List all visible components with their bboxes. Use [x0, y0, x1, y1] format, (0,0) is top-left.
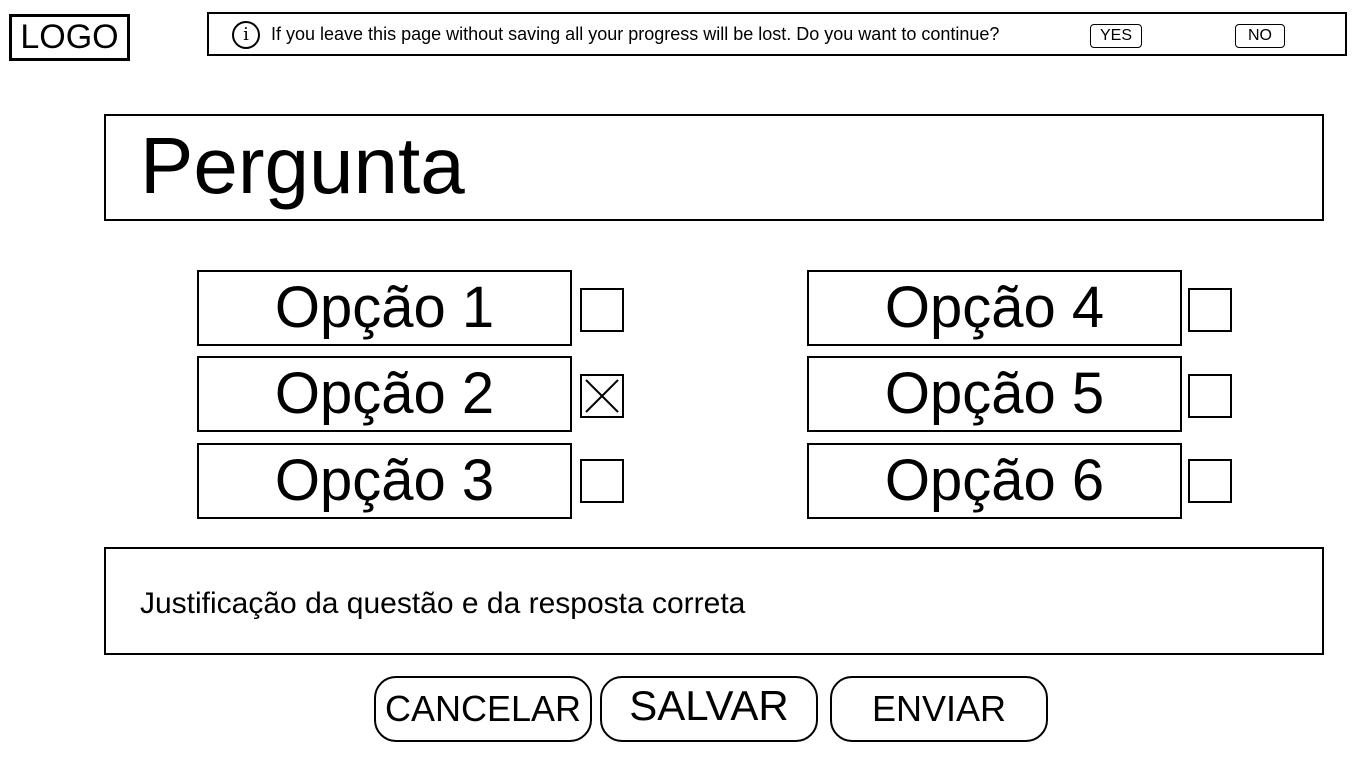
alert-no-button[interactable]: NO — [1235, 24, 1285, 48]
option-5[interactable]: Opção 5 — [807, 356, 1182, 432]
alert-yes-button[interactable]: YES — [1090, 24, 1142, 48]
option-4[interactable]: Opção 4 — [807, 270, 1182, 346]
info-icon: i — [232, 21, 260, 49]
option-1[interactable]: Opção 1 — [197, 270, 572, 346]
option-3[interactable]: Opção 3 — [197, 443, 572, 519]
justification-text: Justificação da questão e da resposta co… — [140, 587, 746, 620]
send-button[interactable]: ENVIAR — [830, 676, 1048, 742]
option-6-checkbox[interactable] — [1188, 459, 1232, 503]
option-4-checkbox[interactable] — [1188, 288, 1232, 332]
option-5-checkbox[interactable] — [1188, 374, 1232, 418]
save-button[interactable]: SALVAR — [600, 676, 818, 742]
unsaved-changes-alert: i If you leave this page without saving … — [207, 12, 1347, 56]
option-6[interactable]: Opção 6 — [807, 443, 1182, 519]
logo: LOGO — [9, 14, 130, 61]
option-2[interactable]: Opção 2 — [197, 356, 572, 432]
question-box: Pergunta — [104, 114, 1324, 221]
justification-box: Justificação da questão e da resposta co… — [104, 547, 1324, 655]
checkbox-x-icon — [585, 379, 619, 413]
question-title: Pergunta — [140, 121, 465, 210]
option-3-checkbox[interactable] — [580, 459, 624, 503]
alert-message: If you leave this page without saving al… — [271, 24, 1000, 44]
option-1-checkbox[interactable] — [580, 288, 624, 332]
cancel-button[interactable]: CANCELAR — [374, 676, 592, 742]
option-2-checkbox[interactable] — [580, 374, 624, 418]
